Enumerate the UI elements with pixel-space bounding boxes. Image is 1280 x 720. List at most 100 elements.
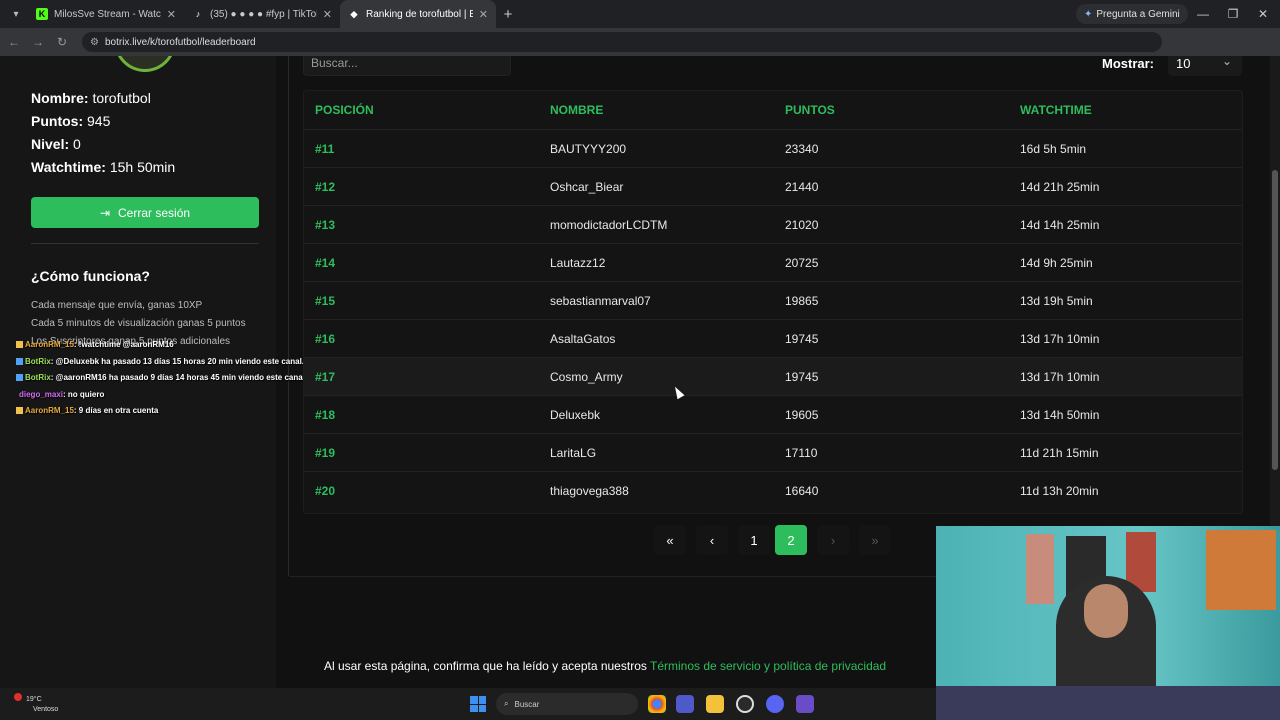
watchtime-cell: 13d 19h 5min: [1020, 294, 1093, 308]
weather-widget[interactable]: 19°C Ventoso: [14, 693, 58, 715]
name-cell: LaritaLG: [550, 446, 597, 460]
position-cell: #11: [315, 142, 335, 156]
table-row: #12 Oshcar_Biear 21440 14d 21h 25min: [304, 167, 1242, 205]
scrollbar-thumb[interactable]: [1272, 170, 1278, 470]
new-tab-button[interactable]: +: [496, 6, 520, 23]
position-cell: #15: [315, 294, 336, 308]
header-posicion[interactable]: POSICIÓN: [315, 103, 374, 117]
page-2-button[interactable]: 2: [775, 525, 807, 555]
chat-message: diego_maxi: no quiero: [19, 390, 104, 399]
points-cell: 21440: [785, 180, 819, 194]
table-row: #20 thiagovega388 16640 11d 13h 20min: [304, 471, 1242, 509]
table-row: #11 BAUTYYY200 23340 16d 5h 5min: [304, 129, 1242, 167]
address-bar[interactable]: ⚙ botrix.live/k/torofutbol/leaderboard: [82, 32, 1162, 52]
footer-text: Al usar esta página, confirma que ha leí…: [324, 659, 886, 673]
table-row: #14 Lautazz12 20725 14d 9h 25min: [304, 243, 1242, 281]
nivel-info: Nivel: 0: [31, 136, 81, 152]
points-cell: 17110: [785, 446, 818, 460]
browser-tab-tiktok[interactable]: ♪ (35) ● ● ● ● #fyp | TikTok ✕: [184, 0, 340, 28]
chrome-icon[interactable]: [648, 695, 666, 713]
webcam-overlay: [936, 526, 1280, 720]
streamer-face: [1084, 584, 1128, 638]
name-cell: Deluxebk: [550, 408, 601, 422]
watchtime-info: Watchtime: 15h 50min: [31, 159, 175, 175]
search-placeholder: Buscar...: [311, 56, 358, 70]
reload-icon[interactable]: ↻: [50, 35, 74, 49]
chat-text: : @aaronRM16 ha pasado 9 días 14 horas 4…: [50, 373, 308, 382]
site-info-icon[interactable]: ⚙: [90, 37, 99, 48]
table-row: #15 sebastianmarval07 19865 13d 19h 5min: [304, 281, 1242, 319]
next-page-button[interactable]: ›: [817, 525, 849, 555]
weather-temp: 19°C: [26, 696, 42, 703]
last-page-button[interactable]: »: [859, 525, 891, 555]
points-cell: 19745: [785, 370, 819, 384]
search-input[interactable]: Buscar...: [303, 56, 511, 76]
position-cell: #20: [315, 484, 336, 498]
header-puntos[interactable]: PUNTOS: [785, 103, 835, 117]
user-sidebar: Nombre: torofutbol Puntos: 945 Nivel: 0 …: [0, 56, 276, 688]
watchtime-value: 15h 50min: [109, 159, 176, 175]
points-cell: 20725: [785, 256, 819, 270]
name-cell: Cosmo_Army: [550, 370, 623, 384]
user-avatar: [114, 56, 176, 72]
windows-taskbar: 19°C Ventoso ⌕ Buscar: [0, 688, 936, 720]
minimize-icon[interactable]: —: [1188, 4, 1218, 24]
app-icon[interactable]: [796, 695, 814, 713]
table-row: #17 Cosmo_Army 19745 13d 17h 10min: [304, 357, 1242, 395]
file-explorer-icon[interactable]: [706, 695, 724, 713]
points-cell: 23340: [785, 142, 819, 156]
browser-tab-kick[interactable]: K MilosSve Stream - Watch Live o ✕: [28, 0, 184, 28]
watchtime-cell: 13d 17h 10min: [1020, 370, 1100, 384]
windows-start-icon[interactable]: [470, 696, 486, 712]
leaderboard-table: POSICIÓN NOMBRE PUNTOS WATCHTIME #11 BAU…: [303, 90, 1243, 514]
browser-tab-ranking[interactable]: ◆ Ranking de torofutbol | El mejo ✕: [340, 0, 496, 28]
puntos-label: Puntos:: [31, 113, 84, 129]
logout-button[interactable]: ⇥ Cerrar sesión: [31, 197, 259, 228]
nombre-info: Nombre: torofutbol: [31, 90, 151, 106]
discord-icon[interactable]: [766, 695, 784, 713]
tab-title: Ranking de torofutbol | El mejo: [366, 8, 473, 20]
points-cell: 16640: [785, 484, 819, 498]
table-row: #13 momodictadorLCDTM 21020 14d 14h 25mi…: [304, 205, 1242, 243]
close-icon[interactable]: ✕: [479, 8, 488, 21]
site-icon: ◆: [350, 8, 358, 19]
nivel-label: Nivel:: [31, 136, 70, 152]
chat-badge-icon: [16, 374, 23, 382]
close-icon[interactable]: ✕: [167, 8, 176, 21]
poster: [1026, 534, 1054, 604]
header-watchtime[interactable]: WATCHTIME: [1020, 103, 1092, 117]
window-close-icon[interactable]: ✕: [1248, 4, 1278, 24]
mostrar-select[interactable]: 10 ⌄: [1168, 56, 1242, 76]
name-cell: AsaltaGatos: [550, 332, 616, 346]
prev-page-button[interactable]: ‹: [696, 525, 728, 555]
chat-text: : no quiero: [63, 390, 105, 399]
chat-user: AaronRM_15: [25, 406, 74, 415]
chat-badge-icon: [16, 341, 23, 349]
gemini-icon: ✦: [1084, 8, 1093, 20]
watchtime-cell: 14d 21h 25min: [1020, 180, 1100, 194]
obs-icon[interactable]: [736, 695, 754, 713]
chat-text: : 9 días en otra cuenta: [73, 406, 159, 415]
header-nombre[interactable]: NOMBRE: [550, 103, 603, 117]
taskbar-search[interactable]: ⌕ Buscar: [496, 693, 638, 715]
chat-message: BotRix: @aaronRM16 ha pasado 9 días 14 h…: [16, 373, 307, 382]
watchtime-cell: 14d 9h 25min: [1020, 256, 1093, 270]
chat-user: BotRix: [25, 373, 51, 382]
chat-text: : @Deluxebk ha pasado 13 días 15 horas 2…: [50, 357, 305, 366]
close-icon[interactable]: ✕: [323, 8, 332, 21]
taskbar-search-label: Buscar: [514, 699, 540, 709]
chat-badge-icon: [16, 407, 23, 415]
maximize-icon[interactable]: ❐: [1218, 4, 1248, 24]
tab-search-icon[interactable]: ▾: [4, 4, 28, 24]
terms-link[interactable]: Términos de servicio y política de priva…: [650, 659, 886, 673]
first-page-button[interactable]: «: [654, 525, 686, 555]
weather-desc: Ventoso: [33, 706, 59, 713]
gemini-button[interactable]: ✦ Pregunta a Gemini: [1076, 4, 1188, 24]
teams-icon[interactable]: [676, 695, 694, 713]
name-cell: sebastianmarval07: [550, 294, 651, 308]
back-icon[interactable]: ←: [2, 35, 26, 49]
page-1-button[interactable]: 1: [738, 525, 770, 555]
logout-label: Cerrar sesión: [118, 205, 191, 220]
forward-icon[interactable]: →: [26, 35, 50, 49]
tab-title: MilosSve Stream - Watch Live o: [54, 8, 161, 20]
